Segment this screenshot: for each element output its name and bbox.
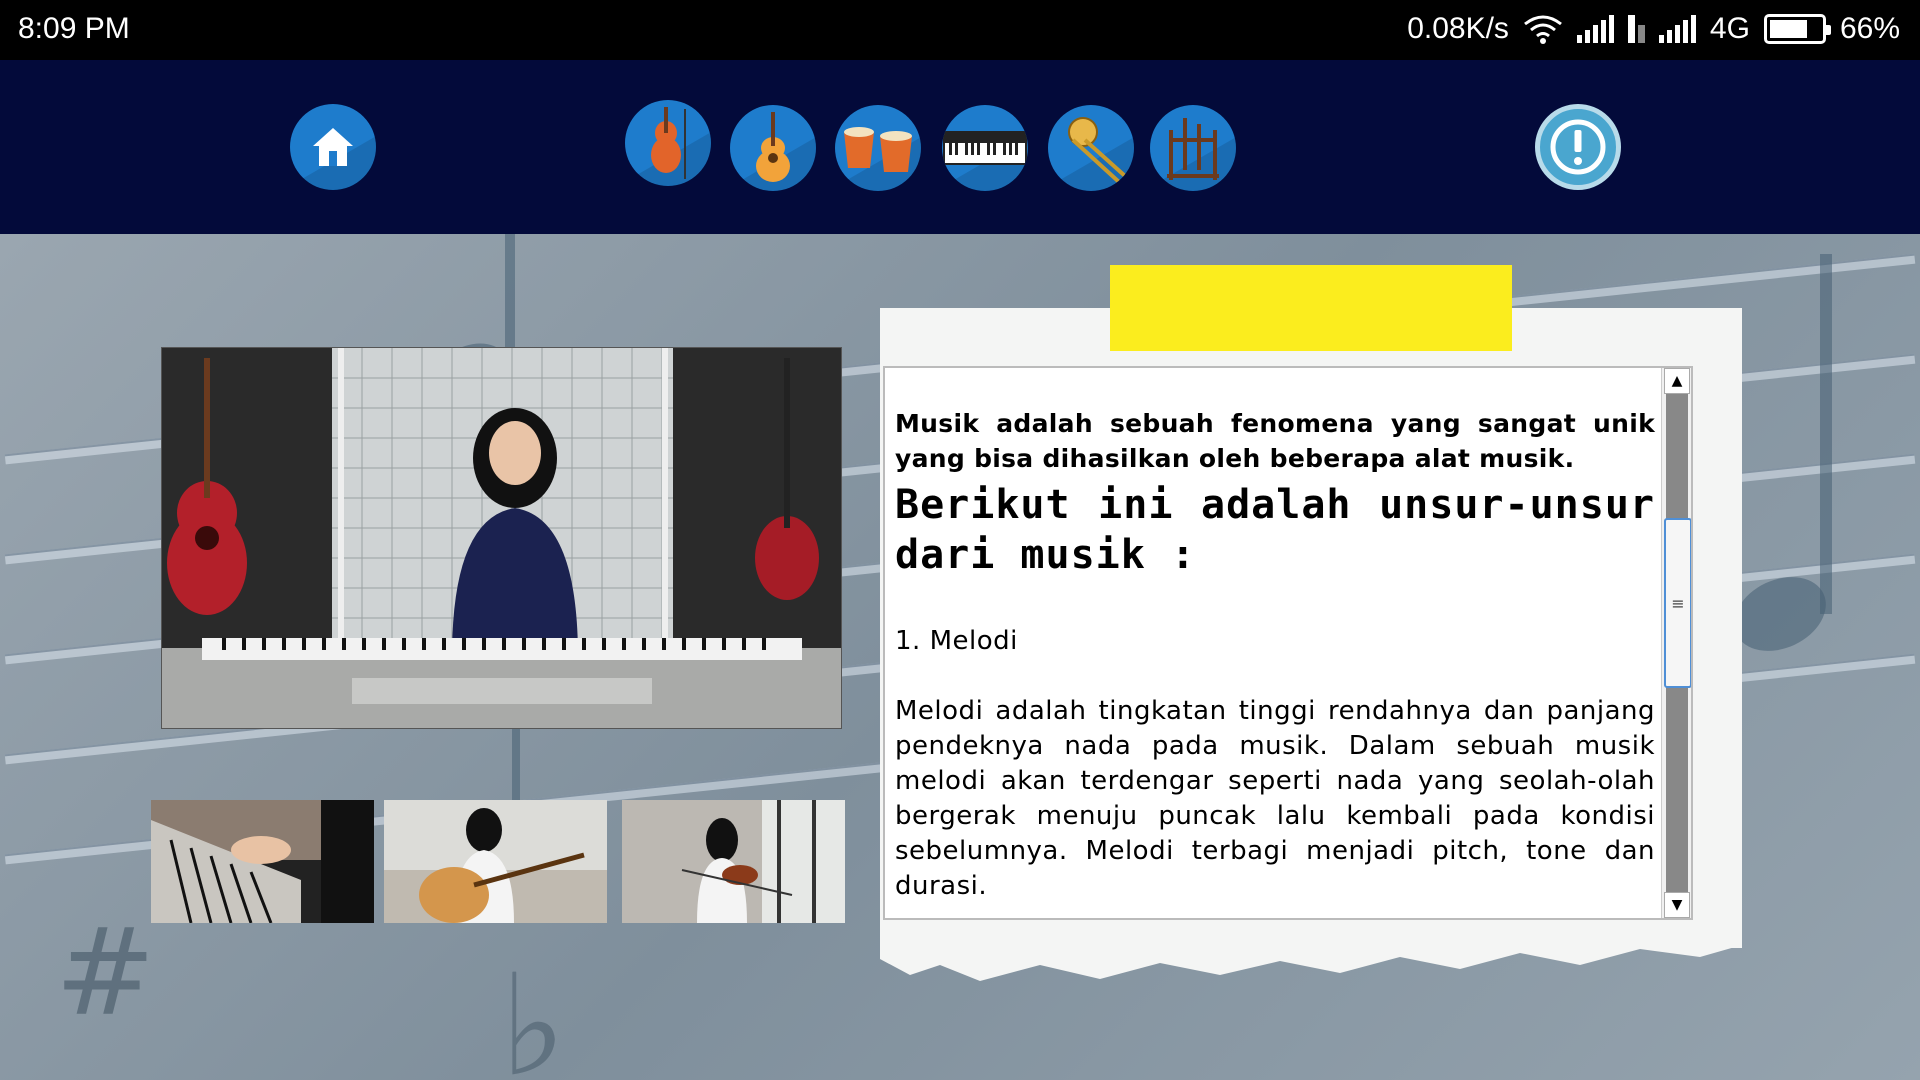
text-content: Musik adalah sebuah fenomena yang sangat… xyxy=(895,368,1655,904)
violin-icon xyxy=(651,107,686,179)
video-thumbnail-violin[interactable] xyxy=(622,800,845,923)
bongo-drums-icon xyxy=(844,127,912,172)
svg-text:#: # xyxy=(55,904,156,1043)
piano-keyboard-icon xyxy=(943,131,1027,165)
navigation-bar xyxy=(0,60,1920,234)
clock: 8:09 PM xyxy=(18,12,130,45)
melodi-paragraph: Melodi adalah tingkatan tinggi rendahnya… xyxy=(895,696,1655,901)
vertical-scrollbar[interactable]: ▲ ≡ ▼ xyxy=(1661,368,1691,918)
scroll-down-button[interactable]: ▼ xyxy=(1664,892,1690,918)
data-transfer-icon xyxy=(1627,15,1645,43)
signal-icon xyxy=(1576,15,1614,43)
home-button[interactable] xyxy=(290,104,376,190)
network-type: 4G xyxy=(1709,12,1750,45)
angklung-button[interactable] xyxy=(1150,105,1236,191)
exclamation-icon xyxy=(1550,119,1606,175)
signal-icon-2 xyxy=(1658,15,1696,43)
battery-percent: 66% xyxy=(1839,12,1900,45)
wifi-icon xyxy=(1523,14,1563,44)
guitar-icon xyxy=(756,112,790,182)
main-video-player[interactable] xyxy=(161,347,842,729)
scroll-up-button[interactable]: ▲ xyxy=(1664,368,1690,394)
trombone-button[interactable] xyxy=(1048,105,1134,191)
home-icon xyxy=(313,128,353,166)
yellow-tape xyxy=(1110,265,1512,351)
info-button[interactable] xyxy=(1535,104,1621,190)
paper-torn-edge xyxy=(880,935,1742,981)
scrollbar-thumb[interactable]: ≡ xyxy=(1664,518,1691,688)
thumbnail-guitar-image xyxy=(384,800,607,923)
violin-button[interactable] xyxy=(625,100,711,186)
intro-paragraph: Musik adalah sebuah fenomena yang sangat… xyxy=(895,409,1655,473)
network-speed: 0.08K/s xyxy=(1407,12,1509,45)
video-frame-pianist xyxy=(162,348,841,728)
text-scroll-area[interactable]: Musik adalah sebuah fenomena yang sangat… xyxy=(883,366,1693,920)
status-bar: 8:09 PM 0.08K/s 4G 66% xyxy=(0,0,1920,60)
battery-fill xyxy=(1769,20,1807,38)
battery-icon xyxy=(1763,14,1831,44)
thumbnail-piano-image xyxy=(151,800,374,923)
status-icons: 0.08K/s 4G 66% xyxy=(1407,12,1900,46)
guitar-button[interactable] xyxy=(730,105,816,191)
video-thumbnail-piano[interactable] xyxy=(151,800,374,923)
trombone-icon xyxy=(1068,117,1127,184)
elements-heading: Berikut ini adalah unsur-unsur dari musi… xyxy=(895,482,1655,578)
piano-button[interactable] xyxy=(942,105,1028,191)
video-thumbnail-guitar[interactable] xyxy=(384,800,607,923)
thumbnail-violin-image xyxy=(622,800,845,923)
angklung-icon xyxy=(1167,118,1219,180)
list-item-melodi: 1. Melodi xyxy=(895,626,1018,656)
drums-button[interactable] xyxy=(835,105,921,191)
svg-text:♭: ♭ xyxy=(500,945,566,1080)
